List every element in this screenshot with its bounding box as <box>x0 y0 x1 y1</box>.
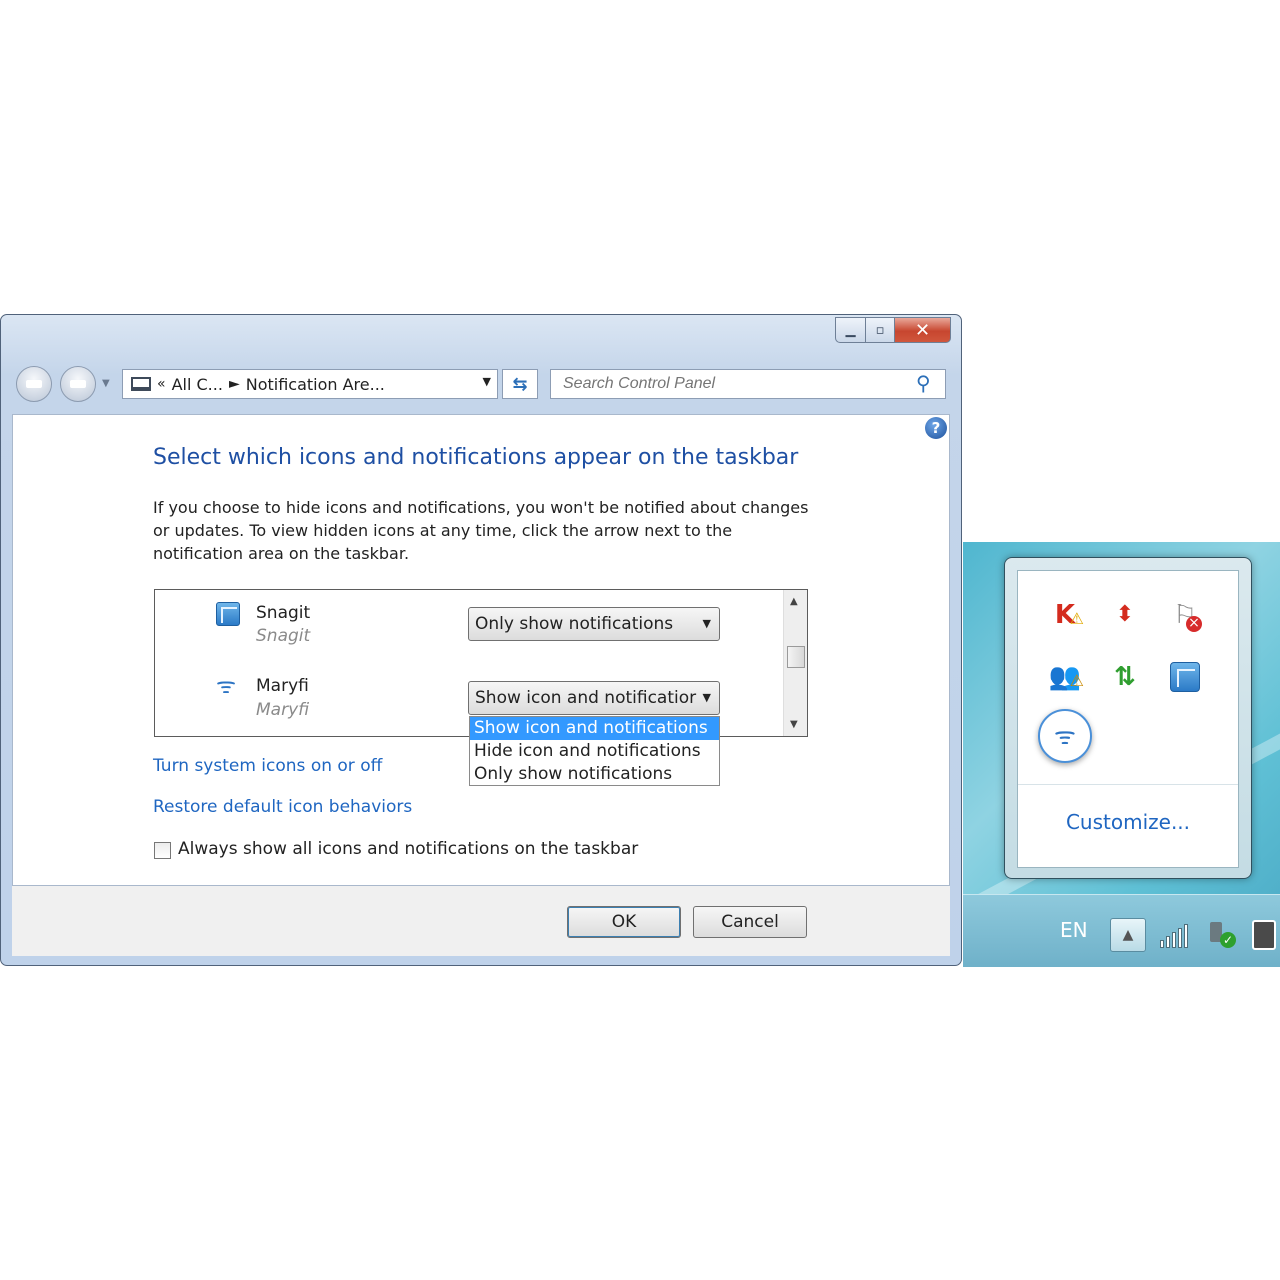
select-value: Show icon and notificatior <box>475 688 697 708</box>
scroll-down-icon[interactable]: ▼ <box>790 719 798 730</box>
dropdown-option-only-notifications[interactable]: Only show notifications <box>470 763 719 786</box>
scroll-thumb[interactable] <box>787 646 805 668</box>
row-app-subtitle: Snagit <box>256 626 311 646</box>
action-center-flag-icon[interactable]: ⚐ <box>1168 598 1202 632</box>
forward-button[interactable] <box>60 366 96 402</box>
tray-divider <box>1018 784 1238 785</box>
close-button[interactable]: ✕ <box>895 317 951 343</box>
address-dropdown-icon[interactable]: ▼ <box>483 375 491 388</box>
wifi-tray-icon[interactable]: ᯤ <box>1038 709 1092 763</box>
dropdown-option-show[interactable]: Show icon and notifications <box>470 717 719 740</box>
window-caption-buttons: ▁ ▫ ✕ <box>835 317 951 343</box>
page-description: If you choose to hide icons and notifica… <box>153 498 809 563</box>
sync-icon[interactable]: ⇅ <box>1108 660 1142 694</box>
list-scrollbar[interactable]: ▲ ▼ <box>783 590 807 736</box>
breadcrumb-all-control-panel[interactable]: All C... <box>172 375 223 394</box>
refresh-button[interactable]: ⇆ <box>502 369 538 399</box>
network-signal-icon[interactable] <box>1160 922 1190 948</box>
search-input[interactable] <box>550 369 946 399</box>
snagit-behavior-select[interactable]: Only show notifications ▼ <box>468 607 720 641</box>
help-icon[interactable]: ? <box>925 417 947 439</box>
dialog-footer <box>12 886 950 956</box>
always-show-label[interactable]: Always show all icons and notifications … <box>178 839 638 859</box>
breadcrumb-chevron[interactable]: « <box>157 376 166 392</box>
address-bar[interactable]: « All C... ► Notification Are... ▼ <box>122 369 498 399</box>
maryfi-behavior-select[interactable]: Show icon and notificatior ▼ <box>468 681 720 715</box>
page-title: Select which icons and notifications app… <box>153 445 799 470</box>
recent-pages-dropdown[interactable]: ▼ <box>102 378 110 389</box>
breadcrumb-separator-icon[interactable]: ► <box>229 376 240 392</box>
turn-system-icons-link[interactable]: Turn system icons on or off <box>153 756 382 776</box>
wifi-icon: ᯤ <box>215 674 237 699</box>
users-warning-icon[interactable]: 👥 <box>1048 660 1084 698</box>
breadcrumb-notification-area[interactable]: Notification Are... <box>246 375 385 394</box>
show-hidden-icons-button[interactable]: ▲ <box>1110 918 1146 952</box>
row-app-subtitle: Maryfi <box>256 700 310 720</box>
language-indicator[interactable]: EN <box>1060 918 1088 942</box>
scroll-up-icon[interactable]: ▲ <box>790 596 798 607</box>
row-app-name: Snagit <box>256 603 311 623</box>
ok-button[interactable]: OK <box>567 906 681 938</box>
back-button[interactable] <box>16 366 52 402</box>
always-show-checkbox[interactable] <box>154 842 171 859</box>
restore-defaults-link[interactable]: Restore default icon behaviors <box>153 797 412 817</box>
cancel-button[interactable]: Cancel <box>693 906 807 938</box>
kaspersky-warning-icon[interactable]: K <box>1048 598 1084 636</box>
search-icon[interactable]: ⚲ <box>916 371 931 395</box>
row-app-name: Maryfi <box>256 676 309 696</box>
customize-link[interactable]: Customize... <box>1018 810 1238 834</box>
battery-icon[interactable] <box>1252 920 1276 950</box>
control-panel-icon <box>131 377 151 391</box>
dropdown-option-hide[interactable]: Hide icon and notifications <box>470 740 719 763</box>
chevron-down-icon: ▼ <box>702 617 711 630</box>
minimize-button[interactable]: ▁ <box>835 317 865 343</box>
transfer-arrows-icon[interactable]: ⬍ <box>1108 598 1142 632</box>
snagit-icon <box>216 602 240 626</box>
behavior-dropdown-list[interactable]: Show icon and notifications Hide icon an… <box>469 716 720 786</box>
select-value: Only show notifications <box>475 614 674 634</box>
chevron-down-icon: ▼ <box>702 691 711 704</box>
maximize-button[interactable]: ▫ <box>865 317 895 343</box>
power-status-icon[interactable] <box>1206 920 1236 950</box>
snagit-tray-icon[interactable] <box>1170 662 1200 692</box>
